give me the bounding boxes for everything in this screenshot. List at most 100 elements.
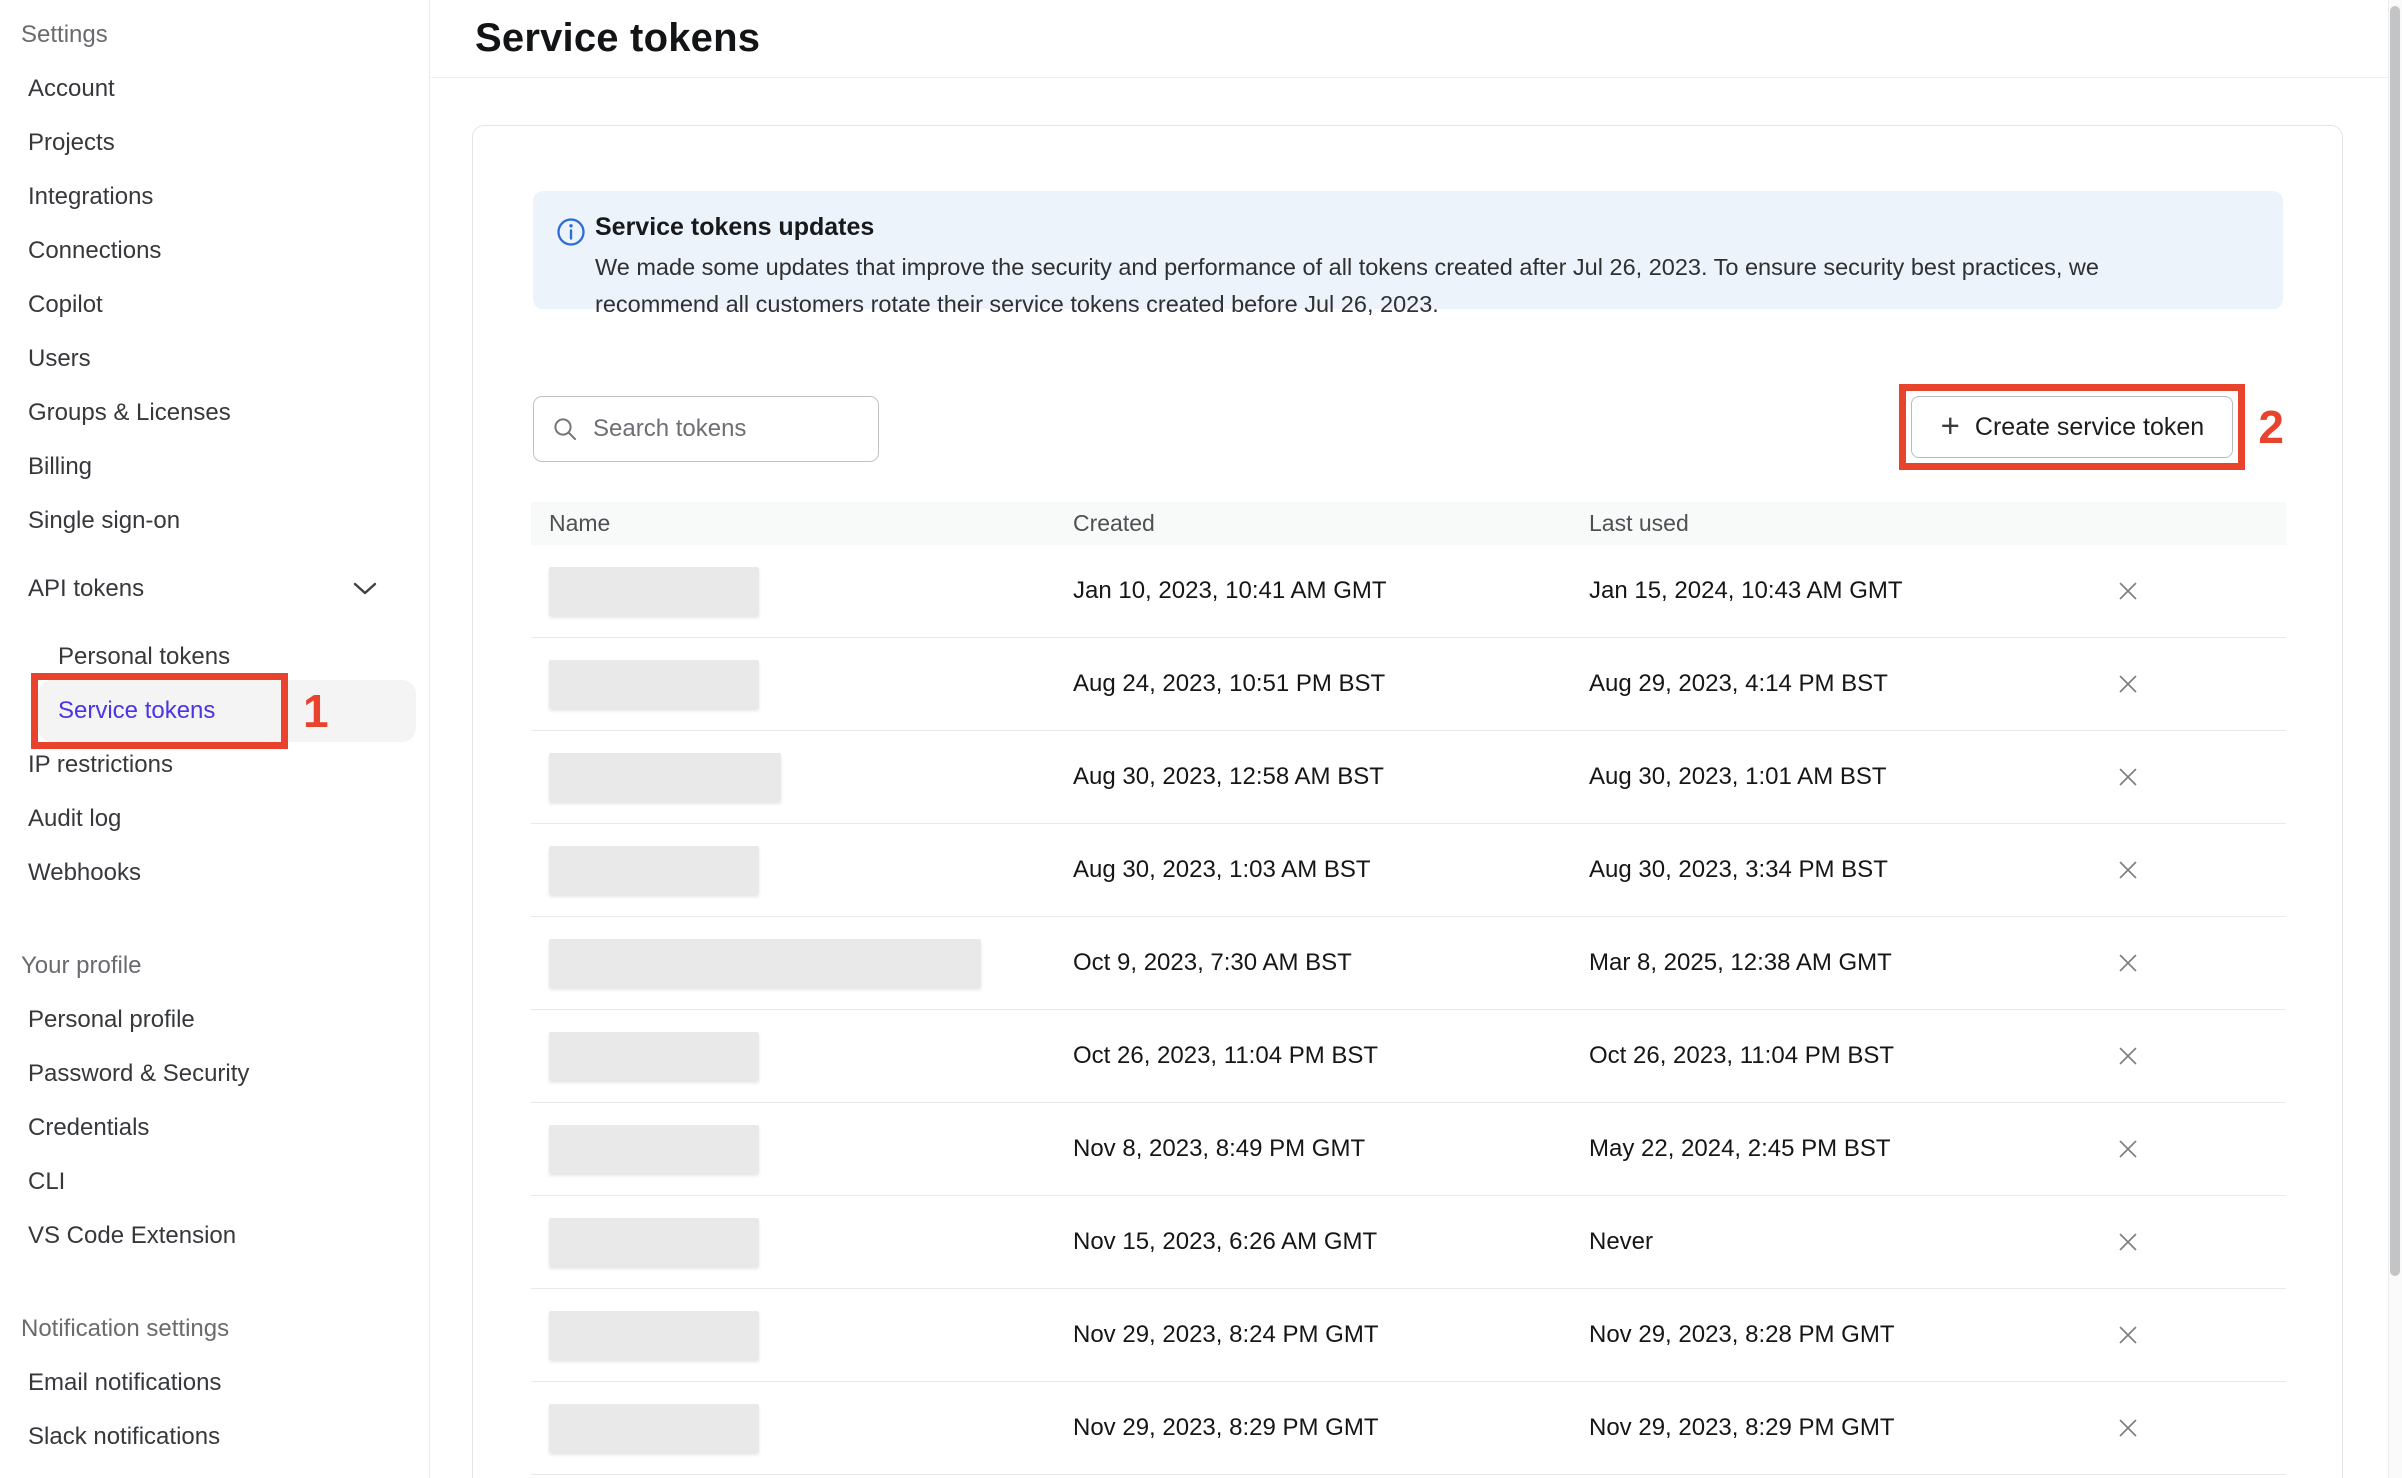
toolbar: + Create service token 2 [533, 396, 2282, 466]
table-row: Oct 26, 2023, 11:04 PM BST Oct 26, 2023,… [531, 1010, 2286, 1103]
sidebar-item-credentials[interactable]: Credentials [0, 1101, 429, 1155]
sidebar-item-slack-notifications[interactable]: Slack notifications [0, 1410, 429, 1464]
token-created: Jan 10, 2023, 10:41 AM GMT [1073, 577, 1589, 605]
service-tokens-card: Service tokens updates We made some upda… [472, 125, 2343, 1478]
token-name-redacted [549, 753, 781, 801]
create-service-token-button[interactable]: + Create service token [1911, 396, 2233, 458]
sidebar-item-ip-restrictions[interactable]: IP restrictions [0, 738, 429, 792]
token-name-redacted [549, 1218, 759, 1266]
token-created: Nov 8, 2023, 8:49 PM GMT [1073, 1135, 1589, 1163]
token-created: Aug 30, 2023, 12:58 AM BST [1073, 763, 1589, 791]
page-header: Service tokens [431, 0, 2402, 78]
token-created: Nov 29, 2023, 8:24 PM GMT [1073, 1321, 1589, 1349]
token-last-used: Aug 29, 2023, 4:14 PM BST [1589, 670, 2091, 698]
sidebar-item-api-tokens[interactable]: API tokens [0, 562, 429, 616]
token-name-redacted [549, 1125, 759, 1173]
delete-token-icon[interactable] [2116, 765, 2140, 789]
token-created: Aug 30, 2023, 1:03 AM BST [1073, 856, 1589, 884]
token-name-redacted [549, 1404, 759, 1452]
plus-icon: + [1941, 409, 1960, 442]
main-content: Service tokens Service tokens updates We… [431, 0, 2402, 1478]
delete-token-icon[interactable] [2116, 1416, 2140, 1440]
sidebar-item-single-sign-on[interactable]: Single sign-on [0, 494, 429, 548]
sidebar-item-integrations[interactable]: Integrations [0, 170, 429, 224]
sidebar-section-your-profile: Your profile [0, 939, 429, 993]
token-name-redacted [549, 846, 759, 894]
token-created: Nov 15, 2023, 6:26 AM GMT [1073, 1228, 1589, 1256]
table-row: Aug 30, 2023, 12:58 AM BST Aug 30, 2023,… [531, 731, 2286, 824]
sidebar-item-service-tokens[interactable]: Service tokens1 [0, 684, 429, 738]
column-header-last-used: Last used [1589, 510, 2091, 537]
table-row: Aug 30, 2023, 1:03 AM BST Aug 30, 2023, … [531, 824, 2286, 917]
token-created: Oct 26, 2023, 11:04 PM BST [1073, 1042, 1589, 1070]
token-name-redacted [549, 939, 981, 987]
token-name-redacted [549, 1311, 759, 1359]
sidebar-item-groups-licenses[interactable]: Groups & Licenses [0, 386, 429, 440]
token-last-used: Oct 26, 2023, 11:04 PM BST [1589, 1042, 2091, 1070]
table-row: Aug 24, 2023, 10:51 PM BST Aug 29, 2023,… [531, 638, 2286, 731]
sidebar-item-users[interactable]: Users [0, 332, 429, 386]
annotation-number-1: 1 [303, 684, 329, 738]
delete-token-icon[interactable] [2116, 672, 2140, 696]
sidebar-item-billing[interactable]: Billing [0, 440, 429, 494]
sidebar-item-account[interactable]: Account [0, 62, 429, 116]
delete-token-icon[interactable] [2116, 1230, 2140, 1254]
annotation-number-2: 2 [2258, 400, 2284, 454]
sidebar-item-cli[interactable]: CLI [0, 1155, 429, 1209]
delete-token-icon[interactable] [2116, 1323, 2140, 1347]
table-row: Nov 29, 2023, 8:29 PM GMT Nov 29, 2023, … [531, 1382, 2286, 1475]
table-row: Jan 10, 2023, 10:41 AM GMT Jan 15, 2024,… [531, 545, 2286, 638]
search-icon [552, 416, 579, 443]
table-row: Nov 29, 2023, 8:24 PM GMT Nov 29, 2023, … [531, 1289, 2286, 1382]
sidebar-item-projects[interactable]: Projects [0, 116, 429, 170]
search-input[interactable] [593, 415, 863, 443]
scrollbar-thumb[interactable] [2390, 6, 2400, 1276]
token-name-redacted [549, 660, 759, 708]
sidebar-item-email-notifications[interactable]: Email notifications [0, 1356, 429, 1410]
search-box [533, 396, 879, 462]
sidebar-item-password-security[interactable]: Password & Security [0, 1047, 429, 1101]
create-token-annotated: + Create service token 2 [1899, 384, 2284, 470]
token-last-used: May 22, 2024, 2:45 PM BST [1589, 1135, 2091, 1163]
sidebar-item-copilot[interactable]: Copilot [0, 278, 429, 332]
sidebar-section-settings: Settings [0, 8, 429, 62]
column-header-created: Created [1073, 510, 1589, 537]
token-last-used: Mar 8, 2025, 12:38 AM GMT [1589, 949, 2091, 977]
sidebar-item-webhooks[interactable]: Webhooks [0, 846, 429, 900]
info-banner: Service tokens updates We made some upda… [533, 191, 2283, 309]
delete-token-icon[interactable] [2116, 1137, 2140, 1161]
token-name-redacted [549, 567, 759, 615]
info-icon [555, 216, 587, 253]
sidebar-item-vs-code-extension[interactable]: VS Code Extension [0, 1209, 429, 1263]
delete-token-icon[interactable] [2116, 579, 2140, 603]
sidebar-item-personal-profile[interactable]: Personal profile [0, 993, 429, 1047]
delete-token-icon[interactable] [2116, 1044, 2140, 1068]
chevron-down-icon [353, 582, 377, 596]
annotation-box-2: + Create service token [1899, 384, 2245, 470]
table-row: Nov 8, 2023, 8:49 PM GMT May 22, 2024, 2… [531, 1103, 2286, 1196]
column-header-name: Name [531, 510, 1073, 537]
table-row: Nov 15, 2023, 6:26 AM GMT Never [531, 1196, 2286, 1289]
scrollbar-track[interactable] [2388, 0, 2402, 1478]
sidebar-item-connections[interactable]: Connections [0, 224, 429, 278]
settings-page: SettingsAccountProjectsIntegrationsConne… [0, 0, 2402, 1478]
sidebar-item-audit-log[interactable]: Audit log [0, 792, 429, 846]
token-last-used: Aug 30, 2023, 3:34 PM BST [1589, 856, 2091, 884]
page-title: Service tokens [475, 16, 760, 61]
banner-body: We made some updates that improve the se… [595, 249, 2225, 323]
table-row: Oct 9, 2023, 7:30 AM BST Mar 8, 2025, 12… [531, 917, 2286, 1010]
banner-title: Service tokens updates [595, 213, 2253, 242]
token-last-used: Jan 15, 2024, 10:43 AM GMT [1589, 577, 2091, 605]
token-created: Aug 24, 2023, 10:51 PM BST [1073, 670, 1589, 698]
settings-sidebar: SettingsAccountProjectsIntegrationsConne… [0, 0, 430, 1478]
token-created: Nov 29, 2023, 8:29 PM GMT [1073, 1414, 1589, 1442]
token-name-redacted [549, 1032, 759, 1080]
delete-token-icon[interactable] [2116, 858, 2140, 882]
create-button-label: Create service token [1975, 413, 2204, 442]
token-last-used: Nov 29, 2023, 8:28 PM GMT [1589, 1321, 2091, 1349]
delete-token-icon[interactable] [2116, 951, 2140, 975]
token-last-used: Aug 30, 2023, 1:01 AM BST [1589, 763, 2091, 791]
sidebar-section-notification-settings: Notification settings [0, 1302, 429, 1356]
token-last-used: Nov 29, 2023, 8:29 PM GMT [1589, 1414, 2091, 1442]
token-created: Oct 9, 2023, 7:30 AM BST [1073, 949, 1589, 977]
